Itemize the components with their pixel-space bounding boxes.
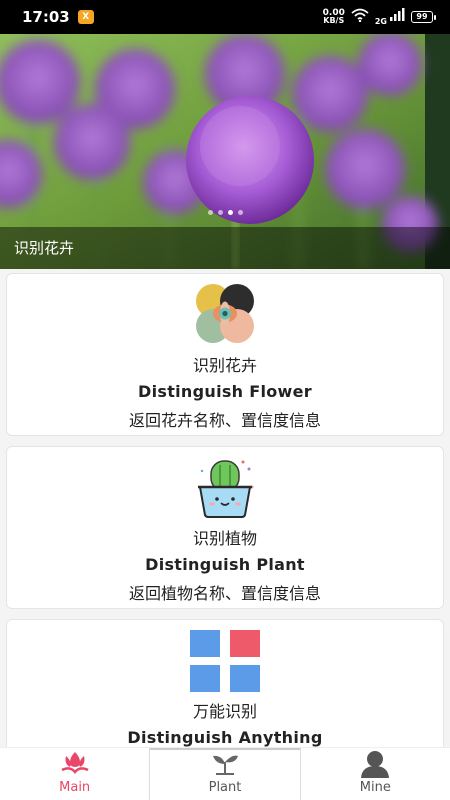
status-bar: 17:03 X 0.00 KB/S 2G 99 xyxy=(0,0,450,34)
status-icons: 0.00 KB/S 2G 99 xyxy=(323,8,436,26)
carousel-dot[interactable] xyxy=(238,210,243,215)
carousel-dot[interactable] xyxy=(218,210,223,215)
nav-label: Main xyxy=(59,780,91,795)
signal-icon xyxy=(389,8,405,26)
distinguish-flower-card[interactable]: 识别花卉 Distinguish Flower 返回花卉名称、置信度信息 xyxy=(6,273,444,436)
nav-item-main[interactable]: Main xyxy=(0,748,149,800)
card-subtitle-en: Distinguish Anything xyxy=(127,728,323,747)
card-title: 万能识别 xyxy=(192,702,257,721)
battery-icon: 99 xyxy=(411,11,436,23)
card-description: 返回花卉名称、置信度信息 xyxy=(128,411,321,430)
carousel-indicator xyxy=(208,210,243,215)
app-notification-icon: X xyxy=(77,10,94,24)
signal-type-label: 2G xyxy=(374,17,387,26)
sprout-icon xyxy=(210,750,240,778)
card-title: 识别植物 xyxy=(192,529,257,548)
tulip-icon xyxy=(60,750,90,778)
card-subtitle-en: Distinguish Flower xyxy=(138,382,312,401)
status-time: 17:03 xyxy=(22,8,70,26)
net-speed-unit: KB/S xyxy=(323,16,345,25)
nav-item-mine[interactable]: Mine xyxy=(301,748,450,800)
card-subtitle-en: Distinguish Plant xyxy=(145,555,305,574)
distinguish-plant-card[interactable]: 识别植物 Distinguish Plant 返回植物名称、置信度信息 xyxy=(6,446,444,609)
grid-icon xyxy=(190,630,260,692)
wifi-icon xyxy=(351,8,369,26)
banner-caption: 识别花卉 xyxy=(14,239,75,257)
card-title: 识别花卉 xyxy=(192,356,257,375)
nav-label: Mine xyxy=(359,780,391,795)
carousel-dot[interactable] xyxy=(208,210,213,215)
battery-level: 99 xyxy=(411,11,433,23)
flower-icon xyxy=(190,284,260,346)
user-icon xyxy=(360,750,390,778)
carousel-dot[interactable] xyxy=(228,210,233,215)
nav-item-plant[interactable]: Plant xyxy=(149,748,301,800)
banner-carousel[interactable]: 识别花卉 xyxy=(0,34,450,269)
card-description: 返回植物名称、置信度信息 xyxy=(128,584,321,603)
cactus-icon xyxy=(190,457,260,519)
nav-label: Plant xyxy=(208,780,242,795)
net-speed: 0.00 KB/S xyxy=(323,9,345,25)
bottom-navigation: Main Plant Mine xyxy=(0,747,450,800)
